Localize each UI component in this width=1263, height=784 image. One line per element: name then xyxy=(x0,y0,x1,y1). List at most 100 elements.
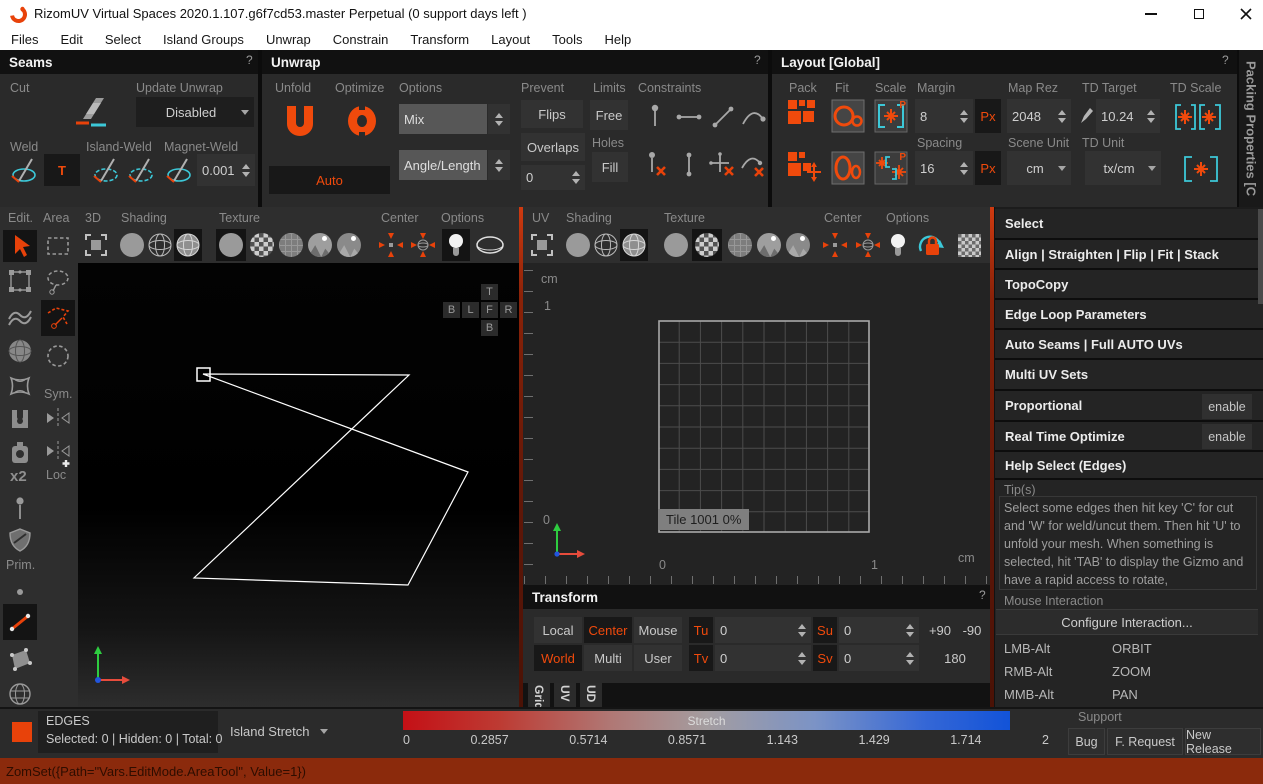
uv-shading-shaded-wire-button[interactable] xyxy=(620,229,648,261)
uv-grid-toggle-button[interactable] xyxy=(954,229,984,261)
section-edge-loop-parameters[interactable]: Edge Loop Parameters xyxy=(995,300,1263,330)
prevent-overlaps-button[interactable]: Overlaps xyxy=(521,133,585,161)
options3d-seam-display-button[interactable] xyxy=(473,229,507,261)
constraint-remove-edges-icon[interactable] xyxy=(708,150,738,180)
island-weld-icon[interactable] xyxy=(92,156,122,186)
uv-texture-checker-button[interactable] xyxy=(692,229,722,261)
protect-tool-button[interactable] xyxy=(3,524,37,556)
shading3d-solid-button[interactable] xyxy=(118,229,146,261)
unwrap-mode-spinner[interactable] xyxy=(488,104,510,134)
shading3d-wireframe-button[interactable] xyxy=(146,229,174,261)
spacing-px-toggle[interactable]: Px xyxy=(975,151,1001,185)
rotate-plus90-button[interactable]: +90 xyxy=(925,617,955,643)
uv-texture-image-alt-button[interactable] xyxy=(784,229,812,261)
support-feature-request-button[interactable]: F. Request xyxy=(1107,728,1183,755)
pin-tool-button[interactable] xyxy=(3,492,37,524)
translate-v-toggle[interactable]: Tv xyxy=(689,645,713,671)
map-rez-spinner[interactable]: 2048 xyxy=(1007,99,1071,133)
auto-unwrap-button[interactable]: Auto xyxy=(269,166,390,194)
shading3d-shaded-wire-button[interactable] xyxy=(174,229,202,261)
display-mode-dropdown[interactable]: Island Stretch xyxy=(230,724,328,739)
scale-islands-icon[interactable]: P xyxy=(874,151,908,185)
margin-spinner[interactable]: 8 xyxy=(915,99,973,133)
menu-island-groups[interactable]: Island Groups xyxy=(152,32,255,47)
real-time-optimize-enable-button[interactable]: enable xyxy=(1202,424,1252,449)
pack-translate-icon[interactable] xyxy=(787,151,821,185)
symmetry-toggle-button[interactable] xyxy=(41,402,75,434)
area-circle-select-button[interactable] xyxy=(41,340,75,372)
fit-circles-icon[interactable] xyxy=(831,99,865,133)
limits-free-button[interactable]: Free xyxy=(590,100,628,130)
clamp-closed-tool-button[interactable] xyxy=(3,438,37,470)
tab-grid[interactable]: Grid xyxy=(528,683,550,710)
holes-fill-button[interactable]: Fill xyxy=(592,152,628,182)
scale-u-toggle[interactable]: Su xyxy=(813,617,837,643)
td-target-spinner[interactable]: 10.24 xyxy=(1096,99,1160,133)
section-topocopy[interactable]: TopoCopy xyxy=(995,270,1263,300)
translate-u-spinner[interactable]: 0 xyxy=(715,617,811,643)
texture3d-image-button[interactable] xyxy=(306,229,334,261)
section-align-straighten-flip-fit-stack[interactable]: Align | Straighten | Flip | Fit | Stack xyxy=(995,240,1263,270)
prim-edge-button[interactable] xyxy=(3,604,37,640)
section-multi-uv-sets[interactable]: Multi UV Sets xyxy=(995,360,1263,391)
constraint-horizontal-edge-icon[interactable] xyxy=(674,102,704,132)
magnet-weld-threshold-spinner[interactable]: 0.001 xyxy=(197,154,255,186)
constraint-remove-curve-icon[interactable] xyxy=(738,150,768,180)
td-unit-dropdown[interactable]: tx/cm xyxy=(1085,151,1161,185)
transform-pivot-mouse-button[interactable]: Mouse xyxy=(634,617,682,643)
clamp-open-tool-button[interactable] xyxy=(3,403,37,435)
scale-v-toggle[interactable]: Sv xyxy=(813,645,837,671)
constraint-diagonal-edge-icon[interactable] xyxy=(708,102,738,132)
pinch-deform-tool-button[interactable] xyxy=(3,370,37,402)
uv-texture-grid-button[interactable] xyxy=(726,229,754,261)
menu-layout[interactable]: Layout xyxy=(480,32,541,47)
uv-options-light-button[interactable] xyxy=(884,229,912,261)
configure-interaction-button[interactable]: Configure Interaction... xyxy=(996,609,1258,635)
prim-polygon-button[interactable] xyxy=(3,644,37,676)
spinner-arrows-icon[interactable] xyxy=(242,163,250,177)
transform-help-button[interactable]: ? xyxy=(979,588,986,602)
right-panel-scrollbar[interactable] xyxy=(1258,209,1263,304)
section-auto-seams[interactable]: Auto Seams | Full AUTO UVs xyxy=(995,330,1263,360)
island-weld-all-icon[interactable] xyxy=(127,156,157,186)
cut-tool-icon[interactable] xyxy=(72,96,118,130)
transform-pivot-user-button[interactable]: User xyxy=(634,645,682,671)
transform-pivot-multi-button[interactable]: Multi xyxy=(584,645,632,671)
scale-u-spinner[interactable]: 0 xyxy=(839,617,919,643)
weld-t-toggle[interactable]: T xyxy=(44,154,80,186)
sphere-deform-tool-button[interactable] xyxy=(3,335,37,367)
uv-shading-wireframe-button[interactable] xyxy=(592,229,620,261)
unwrap-help-button[interactable]: ? xyxy=(754,53,761,67)
translate-v-spinner[interactable]: 0 xyxy=(715,645,811,671)
brush-deform-tool-button[interactable] xyxy=(3,300,37,332)
center3d-selection-button[interactable] xyxy=(376,229,406,261)
tab-ud[interactable]: UD xyxy=(580,683,602,710)
prevent-iterations-spinner[interactable]: 0 xyxy=(521,165,585,190)
area-lasso-select-button[interactable] xyxy=(41,265,75,297)
transform-gizmo-tool-button[interactable] xyxy=(3,265,37,297)
menu-unwrap[interactable]: Unwrap xyxy=(255,32,322,47)
weld-icon[interactable] xyxy=(10,156,40,186)
menu-constrain[interactable]: Constrain xyxy=(322,32,400,47)
close-button[interactable] xyxy=(1229,0,1263,28)
uv-maximize-button[interactable] xyxy=(528,229,556,261)
constraint-curve-pin-icon[interactable] xyxy=(738,102,768,132)
unwrap-metric-dropdown[interactable]: Angle/Length xyxy=(399,150,487,180)
menu-select[interactable]: Select xyxy=(94,32,152,47)
seams-help-button[interactable]: ? xyxy=(246,53,253,67)
uv-center-selection-button[interactable] xyxy=(820,229,850,261)
support-bug-button[interactable]: Bug xyxy=(1068,728,1105,755)
margin-px-toggle[interactable]: Px xyxy=(975,99,1001,133)
options3d-light-button[interactable] xyxy=(442,229,470,261)
maximize-button[interactable] xyxy=(1182,0,1216,28)
texture3d-none-button[interactable] xyxy=(216,229,246,261)
center3d-all-button[interactable] xyxy=(407,229,439,261)
command-line[interactable]: ZomSet({Path="Vars.EditMode.AreaTool", V… xyxy=(0,758,1263,784)
update-unwrap-dropdown[interactable]: Disabled xyxy=(136,97,254,127)
transform-space-world-button[interactable]: World xyxy=(534,645,582,671)
menu-help[interactable]: Help xyxy=(594,32,643,47)
uv-center-all-button[interactable] xyxy=(852,229,884,261)
support-new-release-button[interactable]: New Release xyxy=(1185,728,1261,756)
constraint-vertical-edge-icon[interactable] xyxy=(674,150,704,180)
viewport3d-maximize-button[interactable] xyxy=(82,229,110,261)
